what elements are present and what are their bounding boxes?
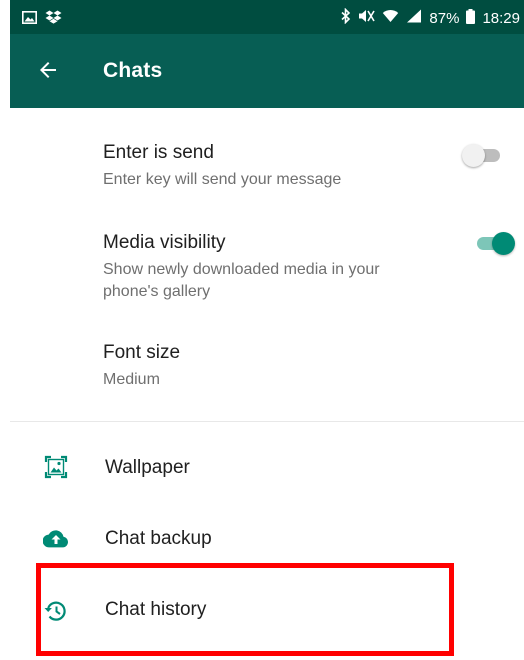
arrow-left-icon[interactable]: [36, 58, 60, 82]
setting-font-size[interactable]: Font size Medium: [10, 332, 524, 402]
setting-title: Enter is send: [103, 142, 214, 163]
status-right-icons: 87% 18:29: [341, 7, 520, 28]
battery-percent: 87%: [429, 9, 460, 27]
wifi-icon: [382, 9, 399, 27]
dropbox-icon: [45, 10, 62, 28]
section-divider: [10, 421, 524, 422]
status-left-icons: [22, 10, 62, 28]
toggle-thumb: [492, 232, 515, 255]
cloud-upload-icon: [42, 526, 69, 552]
app-bar: Chats: [10, 34, 524, 108]
setting-title: Font size: [103, 342, 181, 363]
setting-subtitle-line-2: phone's gallery: [103, 283, 211, 300]
setting-title: Media visibility: [103, 232, 226, 253]
signal-icon: [406, 9, 422, 27]
toggle-thumb: [462, 144, 485, 167]
wallpaper-icon: [43, 454, 69, 480]
status-bar: 87% 18:29: [10, 0, 524, 34]
media-visibility-toggle[interactable]: [475, 231, 515, 255]
setting-subtitle: Enter key will send your message: [103, 171, 342, 188]
page-title: Chats: [103, 59, 163, 82]
setting-subtitle: Medium: [103, 371, 160, 388]
history-icon: [43, 598, 69, 624]
menu-item-label: Chat history: [105, 599, 207, 620]
bluetooth-icon: [341, 7, 351, 28]
menu-item-wallpaper[interactable]: Wallpaper: [10, 443, 524, 493]
menu-item-chat-backup[interactable]: Chat backup: [10, 515, 524, 565]
setting-subtitle-line-1: Show newly downloaded media in your: [103, 261, 380, 278]
battery-icon: [466, 8, 476, 28]
setting-media-visibility[interactable]: Media visibility Show newly downloaded m…: [10, 222, 524, 312]
status-time: 18:29: [482, 9, 520, 27]
enter-is-send-toggle[interactable]: [462, 143, 502, 167]
menu-item-chat-history[interactable]: Chat history: [10, 586, 524, 636]
setting-enter-is-send[interactable]: Enter is send Enter key will send your m…: [10, 130, 524, 200]
menu-item-label: Chat backup: [105, 528, 212, 549]
mute-icon: [358, 8, 376, 28]
image-icon: [22, 10, 37, 28]
menu-item-label: Wallpaper: [105, 457, 190, 478]
